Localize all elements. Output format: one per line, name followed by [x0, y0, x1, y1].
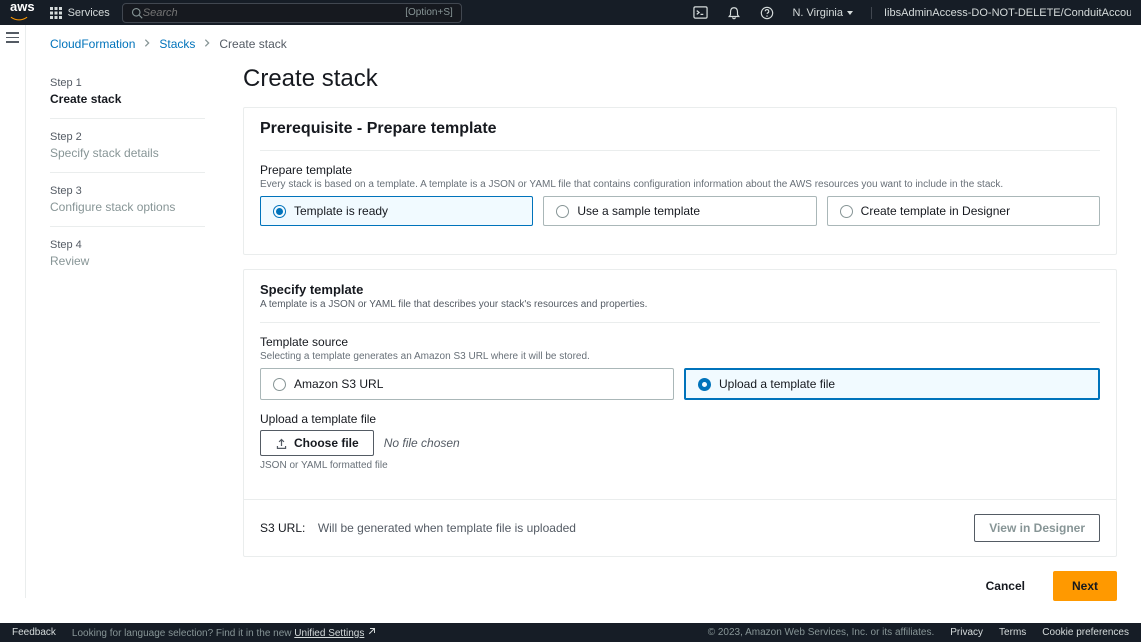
step-label: Step 4 [50, 239, 205, 251]
radio-amazon-s3-url[interactable]: Amazon S3 URL [260, 368, 674, 400]
region-selector[interactable]: N. Virginia [792, 7, 853, 19]
help-icon[interactable] [759, 5, 774, 20]
panel-desc: A template is a JSON or YAML file that d… [260, 299, 1100, 310]
aws-logo[interactable]: aws [10, 0, 35, 26]
radio-label: Amazon S3 URL [294, 377, 383, 391]
radio-label: Use a sample template [577, 204, 700, 218]
cancel-button[interactable]: Cancel [970, 571, 1041, 601]
step-3: Step 3 Configure stack options [50, 173, 205, 227]
specify-template-panel: Specify template A template is a JSON or… [243, 269, 1117, 557]
radio-use-sample[interactable]: Use a sample template [543, 196, 816, 226]
caret-down-icon [847, 11, 853, 15]
radio-template-ready[interactable]: Template is ready [260, 196, 533, 226]
privacy-link[interactable]: Privacy [950, 627, 983, 638]
step-1: Step 1 Create stack [50, 65, 205, 119]
step-4: Step 4 Review [50, 227, 205, 280]
s3-url-value: Will be generated when template file is … [318, 521, 576, 535]
step-title: Configure stack options [50, 200, 205, 214]
choose-file-button[interactable]: Choose file [260, 430, 374, 456]
sidebar-toggle-icon[interactable] [3, 28, 23, 48]
chevron-right-icon [203, 37, 211, 51]
panel-title: Specify template [260, 282, 1100, 297]
search-shortcut-hint: [Option+S] [405, 7, 453, 18]
upload-label: Upload a template file [260, 412, 1100, 426]
global-search[interactable]: [Option+S] [122, 3, 462, 23]
s3-url-label: S3 URL: [260, 521, 305, 535]
radio-label: Upload a template file [719, 377, 835, 391]
terms-link[interactable]: Terms [999, 627, 1026, 638]
next-button[interactable]: Next [1053, 571, 1117, 601]
radio-create-designer[interactable]: Create template in Designer [827, 196, 1100, 226]
region-label: N. Virginia [792, 7, 843, 19]
field-label: Prepare template [260, 163, 1100, 177]
breadcrumb-stacks[interactable]: Stacks [159, 37, 195, 51]
step-title: Specify stack details [50, 146, 205, 160]
radio-icon [273, 378, 286, 391]
step-title: Create stack [50, 92, 205, 106]
cookie-preferences-link[interactable]: Cookie preferences [1042, 627, 1129, 638]
radio-icon [273, 205, 286, 218]
global-footer: Feedback Looking for language selection?… [0, 623, 1141, 642]
language-hint: Looking for language selection? Find it … [72, 627, 376, 639]
radio-upload-template-file[interactable]: Upload a template file [684, 368, 1100, 400]
step-label: Step 2 [50, 131, 205, 143]
radio-label: Template is ready [294, 204, 388, 218]
copyright: © 2023, Amazon Web Services, Inc. or its… [708, 627, 935, 638]
account-selector[interactable]: IibsAdminAccess-DO-NOT-DELETE/ConduitAcc… [871, 7, 1131, 19]
account-label: IibsAdminAccess-DO-NOT-DELETE/ConduitAcc… [884, 7, 1131, 19]
breadcrumb-root[interactable]: CloudFormation [50, 37, 135, 51]
no-file-chosen: No file chosen [384, 436, 460, 450]
search-input[interactable] [143, 7, 405, 19]
panel-title: Prerequisite - Prepare template [260, 120, 1100, 138]
unified-settings-link[interactable]: Unified Settings [294, 628, 364, 639]
search-icon [131, 7, 143, 19]
field-hint: Every stack is based on a template. A te… [260, 179, 1100, 190]
prerequisite-panel: Prerequisite - Prepare template Prepare … [243, 107, 1117, 255]
wizard-steps: Step 1 Create stack Step 2 Specify stack… [50, 65, 205, 601]
main-content: Create stack Prerequisite - Prepare temp… [243, 65, 1117, 601]
view-in-designer-button[interactable]: View in Designer [974, 514, 1100, 542]
upload-icon [275, 437, 288, 450]
page-title: Create stack [243, 65, 1117, 93]
file-format-hint: JSON or YAML formatted file [260, 460, 1100, 471]
page-actions: Cancel Next [243, 571, 1117, 601]
feedback-link[interactable]: Feedback [12, 627, 56, 638]
radio-icon [840, 205, 853, 218]
global-header: aws Services [Option+S] N. Virginia Iibs… [0, 0, 1141, 25]
chevron-right-icon [143, 37, 151, 51]
left-sidebar-collapsed [0, 25, 26, 598]
radio-icon [556, 205, 569, 218]
step-label: Step 3 [50, 185, 205, 197]
step-title: Review [50, 254, 205, 268]
field-hint: Selecting a template generates an Amazon… [260, 351, 1100, 362]
radio-label: Create template in Designer [861, 204, 1010, 218]
field-label: Template source [260, 335, 1100, 349]
breadcrumb-current: Create stack [219, 37, 286, 51]
breadcrumb: CloudFormation Stacks Create stack [26, 37, 1141, 65]
step-2: Step 2 Specify stack details [50, 119, 205, 173]
apps-grid-icon[interactable] [50, 7, 62, 19]
choose-file-label: Choose file [294, 436, 359, 450]
notifications-icon[interactable] [726, 5, 741, 20]
cloudshell-icon[interactable] [693, 5, 708, 20]
step-label: Step 1 [50, 77, 205, 89]
external-link-icon [367, 627, 376, 639]
services-link[interactable]: Services [68, 7, 110, 19]
radio-icon [698, 378, 711, 391]
